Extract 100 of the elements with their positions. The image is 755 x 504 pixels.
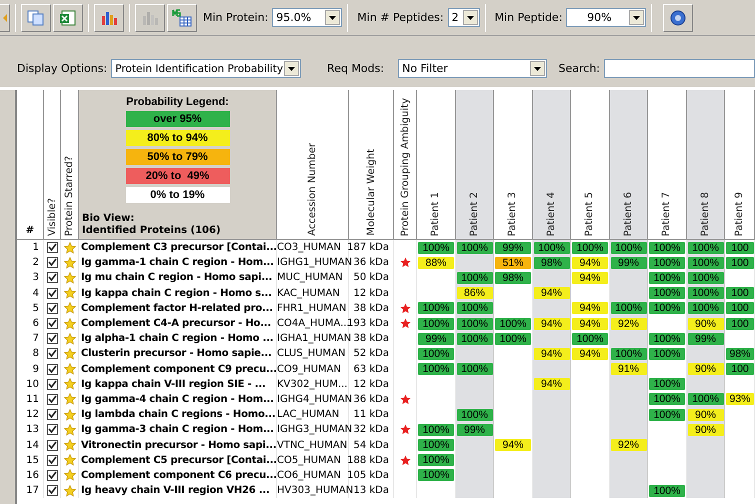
star-icon[interactable] — [64, 454, 76, 466]
visible-checkbox[interactable] — [46, 333, 58, 344]
star-icon[interactable] — [64, 272, 76, 284]
toolbar-button[interactable] — [167, 4, 197, 32]
probability-cell: 94% — [534, 348, 570, 360]
visible-checkbox[interactable] — [46, 485, 58, 496]
visible-checkbox[interactable] — [46, 378, 58, 390]
column-header[interactable]: Protein Starred? — [61, 90, 79, 240]
display-options-dropdown[interactable]: Protein Identification Probability — [111, 59, 302, 78]
star-icon[interactable] — [64, 256, 76, 269]
toolbar-button[interactable] — [94, 4, 124, 32]
row-number: 5 — [17, 300, 44, 316]
accession-cell: IGHA1_HUMAN — [277, 331, 349, 346]
star-icon[interactable] — [64, 424, 76, 436]
star-icon[interactable] — [64, 363, 76, 376]
help-button[interactable] — [663, 4, 694, 32]
column-header[interactable]: Patient 3 — [494, 90, 532, 240]
probability-cell: 94% — [572, 348, 608, 360]
row-number: 7 — [17, 331, 44, 346]
search-field[interactable] — [604, 59, 755, 78]
visible-checkbox[interactable] — [46, 348, 58, 360]
probability-cell: 100% — [688, 272, 724, 284]
probability-cell: 100% — [649, 393, 685, 406]
visible-checkbox[interactable] — [46, 394, 58, 405]
table-cell — [610, 483, 648, 498]
probability-cell: 86% — [456, 287, 492, 300]
column-header[interactable]: # — [17, 90, 44, 240]
probability-cell: 100% — [649, 332, 685, 345]
toolbar-button[interactable] — [0, 4, 10, 32]
visible-checkbox[interactable] — [46, 242, 58, 254]
star-icon[interactable] — [64, 287, 76, 300]
probability-cell: 100% — [649, 378, 685, 390]
weight-cell: 63 kDa — [349, 362, 394, 377]
req-mods-label: Req Mods: — [327, 62, 384, 75]
visible-checkbox[interactable] — [46, 409, 58, 420]
column-header[interactable]: Molecular Weight — [349, 90, 394, 240]
probability-cell: 100% — [418, 363, 454, 376]
star-icon[interactable] — [64, 393, 76, 406]
probability-cell: 100 — [726, 256, 754, 269]
visible-checkbox[interactable] — [46, 302, 58, 314]
star-icon[interactable] — [64, 242, 76, 254]
star-icon[interactable] — [64, 348, 76, 360]
row-number: 15 — [17, 452, 44, 468]
probability-cell: 100% — [456, 363, 492, 376]
probability-cell: 94% — [495, 439, 531, 452]
row-number: 14 — [17, 437, 44, 453]
visible-checkbox[interactable] — [46, 257, 58, 268]
star-icon[interactable] — [64, 302, 76, 314]
star-icon[interactable] — [64, 332, 76, 345]
accession-cell: CO9_HUMAN — [277, 362, 349, 377]
column-header[interactable]: Patient 8 — [686, 90, 725, 240]
probability-cell: 100% — [418, 348, 454, 360]
filter-dropdown[interactable]: 95.0% — [272, 8, 342, 27]
toolbar-button[interactable] — [21, 4, 51, 32]
visible-checkbox[interactable] — [46, 470, 58, 481]
star-icon[interactable] — [64, 318, 76, 330]
filter-dropdown[interactable]: 90% — [566, 8, 646, 27]
probability-cell: 90% — [688, 424, 724, 436]
table-cell — [686, 483, 725, 498]
protein-name: Complement factor H-related pro... — [79, 300, 277, 316]
weight-cell: 188 kDa — [349, 452, 394, 468]
visible-checkbox[interactable] — [46, 440, 58, 451]
toolbar-button[interactable] — [53, 4, 83, 32]
req-mods-dropdown[interactable]: No Filter — [398, 59, 546, 78]
star-icon[interactable] — [64, 378, 76, 390]
visible-checkbox[interactable] — [46, 288, 58, 299]
column-header[interactable]: Protein Grouping Ambiguity — [394, 90, 417, 240]
column-header[interactable]: Visible? — [44, 90, 61, 240]
visible-checkbox[interactable] — [46, 272, 58, 284]
column-header[interactable]: Accession Number — [277, 90, 349, 240]
column-header[interactable]: Patient 6 — [610, 90, 648, 240]
star-icon[interactable] — [64, 439, 76, 452]
accession-cell: LAC_HUMAN — [277, 407, 349, 422]
probability-cell: 100 — [726, 287, 754, 300]
filter-dropdown[interactable]: 2 — [448, 8, 480, 27]
star-icon[interactable] — [64, 408, 76, 421]
probability-cell: 100% — [649, 242, 685, 254]
column-header[interactable]: Patient 7 — [648, 90, 686, 240]
visible-checkbox[interactable] — [46, 318, 58, 330]
probability-cell: 98% — [534, 256, 570, 269]
legend-swatch: over 95% — [126, 111, 230, 127]
visible-checkbox[interactable] — [46, 424, 58, 436]
row-number: 13 — [17, 422, 44, 438]
probability-cell: 100% — [610, 348, 646, 360]
probability-cell: 100% — [456, 242, 492, 254]
star-icon[interactable] — [64, 469, 76, 482]
visible-checkbox[interactable] — [46, 364, 58, 375]
column-header[interactable]: Patient 1 — [417, 90, 456, 240]
spreadsheet-icon — [59, 10, 77, 26]
visible-checkbox[interactable] — [46, 454, 58, 466]
accession-cell: CO3_HUMAN — [277, 240, 349, 256]
probability-cell: 100% — [456, 302, 492, 314]
column-header[interactable]: Patient 4 — [532, 90, 571, 240]
probability-cell: 94% — [534, 318, 570, 330]
probability-cell: 100% — [649, 272, 685, 284]
column-header[interactable]: Patient 5 — [571, 90, 610, 240]
column-header[interactable]: Patient 2 — [456, 90, 494, 240]
column-header[interactable]: Patient 9 — [725, 90, 755, 240]
star-icon[interactable] — [64, 484, 76, 497]
protein-name: Ig gamma-3 chain C region - Hom... — [79, 422, 277, 438]
